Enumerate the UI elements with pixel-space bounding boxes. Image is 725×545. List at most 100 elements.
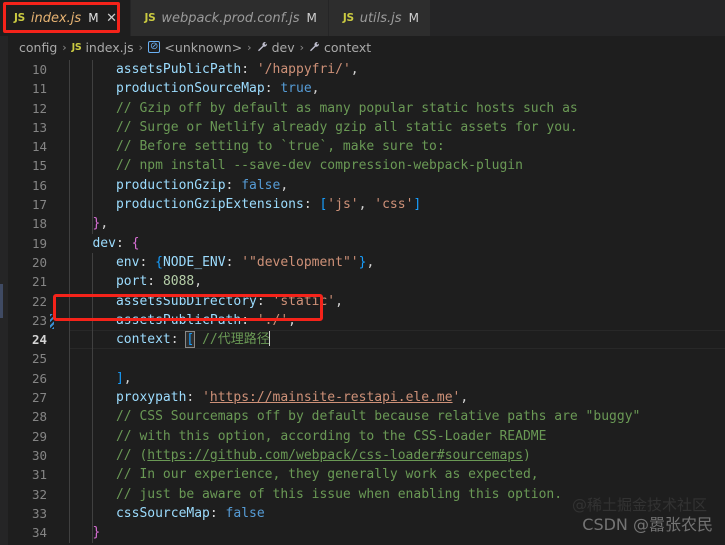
code-line[interactable]: port: 8088, — [69, 272, 725, 291]
code-token: assetsPublicPath — [115, 62, 242, 77]
line-number: 24 — [31, 332, 47, 348]
code-token: //代理路径 — [202, 332, 270, 348]
vscode-window: JS index.js M ✕ JS webpack.prod.conf.js M JS uti… — [0, 0, 725, 545]
code-token: ) — [522, 447, 531, 463]
code-line[interactable]: assetsPublicPath: '/happyfri/', — [69, 60, 725, 79]
code-token: './' — [256, 312, 289, 328]
code-content[interactable]: assetsPublicPath: '/happyfri/', producti… — [69, 58, 725, 545]
code-token: : — [303, 197, 320, 213]
code-token: { — [131, 235, 140, 251]
code-token: port — [115, 274, 148, 290]
breadcrumb-item-config[interactable]: config — [19, 40, 57, 55]
editor-tab-bar: JS index.js M ✕ JS webpack.prod.conf.js M JS uti… — [0, 0, 725, 36]
code-line[interactable] — [69, 349, 725, 368]
code-line[interactable]: context: [ //代理路径 — [69, 330, 725, 350]
code-token: '/happyfri/' — [256, 62, 351, 77]
breadcrumb-item-indexjs[interactable]: JS index.js — [72, 40, 134, 55]
editor-tab-index-js[interactable]: JS index.js M ✕ — [0, 0, 131, 36]
breadcrumb-separator-icon: › — [62, 40, 67, 54]
editor-tab-utils-js[interactable]: JS utils.js M — [328, 0, 431, 36]
code-token: 'js' — [327, 197, 359, 213]
line-number: 15 — [31, 158, 47, 174]
line-number: 18 — [31, 216, 47, 232]
code-token: // npm install --save-dev compression-we… — [69, 158, 523, 174]
editor-tab-label: index.js — [30, 10, 82, 26]
code-token: https://github.com/webpack/css-loader#so… — [147, 447, 523, 463]
diagnostic-squiggle-icon — [50, 313, 54, 329]
editor-tab-webpack-prod-conf-js[interactable]: JS webpack.prod.conf.js M — [130, 0, 329, 36]
js-file-icon: JS — [14, 12, 25, 24]
code-token: false — [225, 505, 265, 521]
breadcrumb-label: dev — [271, 39, 295, 55]
line-number: 10 — [31, 62, 47, 77]
close-icon[interactable]: ✕ — [105, 12, 119, 25]
code-line[interactable]: assetsSubDirectory: 'static', — [69, 292, 725, 311]
breadcrumb[interactable]: config › JS index.js › ⊘ <unknown> › dev › context — [0, 36, 725, 58]
code-token: assetsPublicPath — [115, 312, 242, 328]
code-token: https://mainsite-restapi.ele.me — [209, 390, 453, 406]
code-token: productionSourceMap — [115, 81, 265, 97]
code-line[interactable]: proxypath: 'https://mainsite-restapi.ele… — [69, 388, 725, 407]
code-line[interactable]: // Surge or Netlify already gzip all sta… — [69, 118, 725, 137]
code-token: , — [460, 390, 469, 406]
code-token: , — [350, 62, 359, 77]
code-line[interactable]: assetsPublicPath: './', — [69, 311, 725, 330]
line-number: 22 — [31, 293, 47, 309]
code-line[interactable]: } — [69, 523, 725, 542]
breadcrumb-item-dev[interactable]: dev — [257, 40, 295, 55]
wrench-icon — [257, 41, 268, 54]
code-token: : — [115, 235, 132, 251]
code-line[interactable]: // In our experience, they generally wor… — [69, 465, 725, 484]
code-line[interactable]: // with this option, according to the CS… — [69, 427, 725, 446]
code-line[interactable]: // Gzip off by default as many popular s… — [69, 99, 725, 118]
js-file-icon: JS — [144, 12, 156, 24]
code-token: assetsSubDirectory — [115, 293, 257, 309]
code-line[interactable]: // CSS Sourcemaps off by default because… — [69, 407, 725, 426]
editor-tab-modified-badge: M — [88, 11, 99, 25]
code-token: , — [194, 274, 203, 290]
code-editor[interactable]: 10 11 12 13 14 15 16 17 18 19 20 21 22 23 24 25 26 27 28 29… — [0, 58, 725, 545]
code-line[interactable]: }, — [69, 214, 725, 233]
code-line[interactable]: productionGzipExtensions: ['js', 'css'] — [69, 195, 725, 214]
code-line[interactable]: ], — [69, 369, 725, 388]
code-token: env — [115, 254, 140, 270]
code-line[interactable]: // just be aware of this issue when enab… — [69, 485, 725, 504]
code-token: : — [256, 293, 273, 309]
line-number: 28 — [31, 409, 47, 425]
breadcrumb-item-context[interactable]: context — [309, 40, 371, 55]
code-line[interactable]: productionGzip: false, — [69, 176, 725, 195]
breadcrumb-item-unknown[interactable]: ⊘ <unknown> — [148, 40, 242, 55]
code-token: ] — [115, 370, 124, 386]
code-token: // Before setting to `true`, make sure t… — [69, 139, 445, 155]
code-token: // Gzip off by default as many popular s… — [69, 100, 578, 116]
code-token: : — [209, 505, 226, 521]
code-token: ] — [413, 197, 422, 213]
code-token: , — [123, 370, 132, 386]
breadcrumb-separator-icon: › — [138, 40, 144, 54]
code-line[interactable]: // npm install --save-dev compression-we… — [69, 156, 725, 175]
code-line[interactable]: cssSourceMap: false — [69, 504, 725, 523]
breadcrumb-separator-icon: › — [299, 40, 305, 54]
line-number: 13 — [31, 119, 47, 135]
code-token: , — [288, 312, 296, 328]
code-line[interactable]: // (https://github.com/webpack/css-loade… — [69, 446, 725, 465]
line-number: 25 — [31, 351, 47, 367]
fold-gutter[interactable] — [53, 58, 69, 545]
editor-tab-modified-badge: M — [408, 11, 419, 25]
tab-bar-empty-space — [430, 0, 725, 36]
code-line[interactable]: productionSourceMap: true, — [69, 79, 725, 98]
indent-guide — [92, 60, 94, 234]
code-token: } — [92, 525, 101, 541]
breadcrumb-label: context — [324, 39, 372, 55]
line-number: 33 — [31, 505, 47, 521]
code-line[interactable]: // Before setting to `true`, make sure t… — [69, 137, 725, 156]
code-line[interactable]: dev: { — [69, 234, 725, 253]
breadcrumb-separator-icon: › — [247, 40, 252, 54]
code-token: // In our experience, they generally wor… — [69, 467, 539, 483]
code-line[interactable]: env: {NODE_ENV: '"development"'}, — [69, 253, 725, 272]
code-token: // with this option, according to the CS… — [69, 428, 547, 444]
code-token: // just be aware of this issue when enab… — [69, 486, 563, 502]
